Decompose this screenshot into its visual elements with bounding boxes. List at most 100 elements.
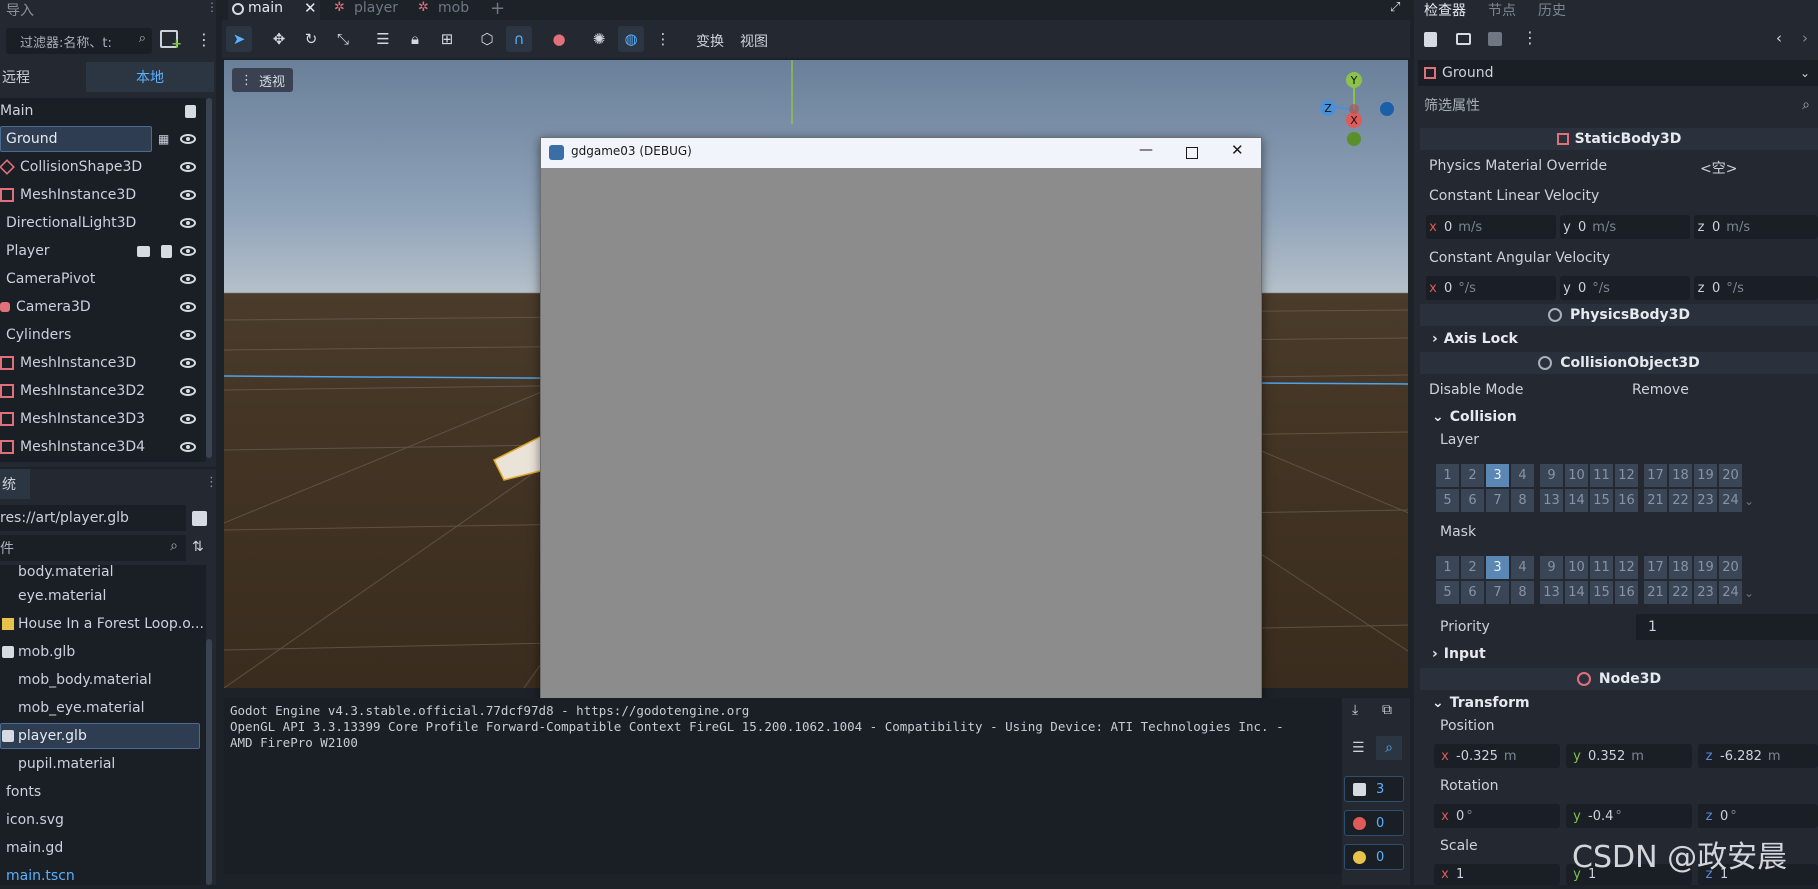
- section-collisionobject3d[interactable]: CollisionObject3D: [1420, 352, 1818, 374]
- layer-bit-7[interactable]: 7: [1486, 489, 1509, 512]
- visibility-eye-icon[interactable]: [180, 134, 196, 144]
- debug-window-titlebar[interactable]: gdgame03 (DEBUG) — ✕: [541, 138, 1261, 168]
- layer-bit-17[interactable]: 17: [1644, 464, 1667, 487]
- sun-preview-icon[interactable]: ✺: [586, 26, 612, 52]
- tree-node-meshinstance3d4[interactable]: MeshInstance3D4: [0, 434, 206, 460]
- mask-bit-21[interactable]: 21: [1644, 581, 1667, 604]
- const-linear-y[interactable]: y 0 m/s: [1560, 215, 1690, 239]
- layer-bit-6[interactable]: 6: [1461, 489, 1484, 512]
- add-tab-icon[interactable]: +: [490, 0, 505, 19]
- mask-bit-17[interactable]: 17: [1644, 556, 1667, 579]
- file-item[interactable]: eye.material: [0, 583, 206, 609]
- path-field[interactable]: res://art/player.glb: [0, 505, 186, 531]
- environment-preview-icon[interactable]: ◍: [618, 26, 644, 52]
- tree-node-cylinders[interactable]: Cylinders: [0, 322, 206, 348]
- warnings-counter[interactable]: 0: [1344, 844, 1404, 870]
- mask-bit-19[interactable]: 19: [1694, 556, 1717, 579]
- group-icon[interactable]: ⊞: [434, 26, 460, 52]
- debug-window[interactable]: gdgame03 (DEBUG) — ✕: [540, 137, 1262, 708]
- errors-counter[interactable]: 0: [1344, 810, 1404, 836]
- save-resource-icon[interactable]: [1488, 32, 1502, 46]
- scene-instance-icon[interactable]: [137, 245, 150, 257]
- section-node3d[interactable]: Node3D: [1420, 668, 1818, 690]
- mask-bit-10[interactable]: 10: [1565, 556, 1588, 579]
- mask-bit-3[interactable]: 3: [1486, 556, 1509, 579]
- select-tool-icon[interactable]: ➤: [226, 26, 252, 52]
- layer-bit-23[interactable]: 23: [1694, 489, 1717, 512]
- rotate-tool-icon[interactable]: ↻: [298, 26, 324, 52]
- tree-node-meshinstance3d3[interactable]: MeshInstance3D3: [0, 406, 206, 432]
- camera-preview-icon[interactable]: ●: [546, 26, 572, 52]
- tree-node-meshinstance3d2[interactable]: MeshInstance3D2: [0, 378, 206, 404]
- mask-bit-13[interactable]: 13: [1540, 581, 1563, 604]
- layer-bit-13[interactable]: 13: [1540, 489, 1563, 512]
- layer-bit-24[interactable]: 24: [1719, 489, 1742, 512]
- layer-bit-8[interactable]: 8: [1511, 489, 1534, 512]
- tree-node-ground[interactable]: Ground ▦: [0, 126, 206, 152]
- layer-bit-18[interactable]: 18: [1669, 464, 1692, 487]
- disable-mode-value[interactable]: Remove: [1632, 382, 1689, 398]
- mask-bit-12[interactable]: 12: [1615, 556, 1638, 579]
- dock-menu-icon[interactable]: ⋮: [206, 0, 218, 14]
- tree-node-camera3d[interactable]: Camera3D: [0, 294, 206, 320]
- load-resource-icon[interactable]: [1456, 33, 1471, 45]
- object-selector[interactable]: Ground ⌄: [1418, 60, 1818, 86]
- tree-node-meshinstance3d[interactable]: MeshInstance3D: [0, 182, 206, 208]
- group-axis-lock[interactable]: › Axis Lock: [1420, 328, 1818, 350]
- visibility-eye-icon[interactable]: [180, 358, 196, 368]
- tree-node-camerapivot[interactable]: CameraPivot: [0, 266, 206, 292]
- scale-x[interactable]: x1: [1434, 864, 1560, 885]
- tree-node-collisionshape3d[interactable]: CollisionShape3D: [0, 154, 206, 180]
- layer-bit-11[interactable]: 11: [1590, 464, 1613, 487]
- file-filter-input[interactable]: 件 ⌕: [0, 535, 186, 561]
- layer-bit-12[interactable]: 12: [1615, 464, 1638, 487]
- minimize-icon[interactable]: —: [1139, 142, 1153, 158]
- group-input[interactable]: › Input: [1420, 643, 1818, 665]
- layer-bit-5[interactable]: 5: [1436, 489, 1459, 512]
- mask-bit-22[interactable]: 22: [1669, 581, 1692, 604]
- import-label[interactable]: 导入: [6, 0, 34, 20]
- file-item[interactable]: main.tscn: [0, 863, 206, 889]
- snap-icon[interactable]: ∩: [506, 26, 532, 52]
- visibility-eye-icon[interactable]: [180, 386, 196, 396]
- fullscreen-icon[interactable]: ⤢: [1390, 0, 1400, 15]
- layer-bit-15[interactable]: 15: [1590, 489, 1613, 512]
- tab-local[interactable]: 本地: [86, 62, 214, 92]
- const-angular-z[interactable]: z 0 °/s: [1694, 276, 1818, 300]
- visibility-eye-icon[interactable]: [180, 162, 196, 172]
- tab-player[interactable]: player: [354, 0, 398, 18]
- visibility-eye-icon[interactable]: [180, 302, 196, 312]
- lock-icon[interactable]: 🔒︎: [402, 26, 428, 52]
- scene-filter-input[interactable]: 过滤器:名称、t: ⌕: [6, 28, 152, 54]
- mask-bit-16[interactable]: 16: [1615, 581, 1638, 604]
- mask-bit-14[interactable]: 14: [1565, 581, 1588, 604]
- section-staticbody3d[interactable]: StaticBody3D: [1420, 128, 1818, 150]
- gizmo-z-axis[interactable]: Z: [1320, 100, 1336, 116]
- mask-bit-20[interactable]: 20: [1719, 556, 1742, 579]
- const-angular-y[interactable]: y 0 °/s: [1560, 276, 1690, 300]
- perspective-button[interactable]: ⋮ 透视: [232, 68, 294, 92]
- toggle-split-icon[interactable]: [192, 511, 207, 526]
- rotation-z[interactable]: z 0 °: [1698, 804, 1818, 828]
- visibility-eye-icon[interactable]: [180, 330, 196, 340]
- sort-icon[interactable]: ⇅: [192, 539, 204, 555]
- toolbar-menu-icon[interactable]: ⋮: [650, 26, 676, 52]
- gizmo-neg-z[interactable]: [1380, 102, 1394, 116]
- layer-bit-9[interactable]: 9: [1540, 464, 1563, 487]
- transform-menu[interactable]: 变换: [696, 31, 724, 51]
- scene-menu-icon[interactable]: ⋮: [196, 30, 212, 49]
- file-item[interactable]: main.gd: [0, 835, 206, 861]
- gizmo-y-axis[interactable]: Y: [1346, 72, 1362, 88]
- file-item[interactable]: mob_eye.material: [0, 695, 206, 721]
- mask-bit-5[interactable]: 5: [1436, 581, 1459, 604]
- mask-bit-24[interactable]: 24: [1719, 581, 1742, 604]
- visibility-eye-icon[interactable]: [180, 190, 196, 200]
- const-angular-x[interactable]: x 0 °/s: [1426, 276, 1556, 300]
- layer-bit-22[interactable]: 22: [1669, 489, 1692, 512]
- filesystem-title[interactable]: 统: [0, 469, 30, 499]
- mask-bit-15[interactable]: 15: [1590, 581, 1613, 604]
- group-transform[interactable]: ⌄ Transform: [1420, 692, 1818, 714]
- tree-node-directionallight3d[interactable]: DirectionalLight3D: [0, 210, 206, 236]
- history-back-icon[interactable]: ‹: [1776, 29, 1782, 47]
- add-node-icon[interactable]: +: [160, 30, 182, 52]
